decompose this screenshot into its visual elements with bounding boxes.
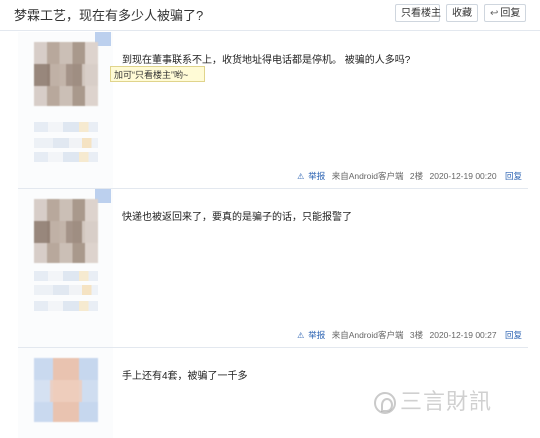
reply-button-label: 回复	[500, 8, 521, 19]
reply-arrow-icon: ↩	[490, 8, 499, 19]
post-content: 手上还有4套，被骗了一千多	[122, 371, 248, 382]
collect-button[interactable]: 收藏	[446, 4, 478, 22]
avatar[interactable]	[34, 358, 98, 422]
client-source[interactable]: 来自Android客户端	[332, 171, 404, 181]
warning-icon: ⚠	[297, 172, 305, 181]
author-sidebar	[18, 189, 113, 347]
post-time: 2020-12-19 00:20	[429, 171, 497, 181]
floor-number: 3楼	[409, 330, 424, 340]
author-sidebar	[18, 348, 113, 438]
watermark-logo-icon	[374, 392, 396, 415]
post-reply-link[interactable]: 回复	[505, 171, 522, 181]
report-link[interactable]: 举报	[308, 171, 325, 181]
avatar[interactable]	[34, 199, 98, 263]
post-time: 2020-12-19 00:27	[429, 330, 497, 340]
author-name[interactable]	[34, 122, 98, 132]
post-reply-link[interactable]: 回复	[505, 330, 522, 340]
post-content: 快递也被返回来了，要真的是骗子的话，只能报警了	[122, 212, 352, 223]
author-badge	[34, 301, 98, 311]
client-source[interactable]: 来自Android客户端	[332, 330, 404, 340]
thread-header: 梦霖工艺，现在有多少人被骗了? 只看楼主 收藏 ↩ 回复	[0, 0, 540, 31]
watermark: 三言財訊	[374, 384, 534, 418]
only-op-button[interactable]: 只看楼主	[395, 4, 441, 22]
warning-icon: ⚠	[297, 331, 305, 340]
report-link[interactable]: 举报	[308, 330, 325, 340]
watermark-text: 三言財訊	[400, 389, 493, 414]
author-sidebar	[18, 32, 113, 188]
author-level	[34, 285, 98, 295]
thread-title: 梦霖工艺，现在有多少人被骗了?	[14, 8, 204, 23]
author-badge	[34, 152, 98, 162]
post-item: 到现在董事联系不上，收货地址得电话都是停机。 被骗的人多吗? 加可“只看楼主”哟…	[18, 32, 528, 189]
reply-button[interactable]: ↩ 回复	[484, 4, 526, 22]
floor-number: 2楼	[409, 171, 424, 181]
author-level	[34, 138, 98, 148]
author-name[interactable]	[34, 271, 98, 281]
post-item: 快递也被返回来了，要真的是骗子的话，只能报警了 ⚠ 举报 来自Android客户端…	[18, 189, 528, 348]
post-meta: ⚠ 举报 来自Android客户端 2楼 2020-12-19 00:20 回复	[293, 170, 522, 182]
post-content: 到现在董事联系不上，收货地址得电话都是停机。 被骗的人多吗?	[122, 55, 411, 66]
tooltip: 加可“只看楼主”哟~	[110, 66, 205, 82]
avatar[interactable]	[34, 42, 98, 106]
post-meta: ⚠ 举报 来自Android客户端 3楼 2020-12-19 00:27 回复	[293, 329, 522, 341]
